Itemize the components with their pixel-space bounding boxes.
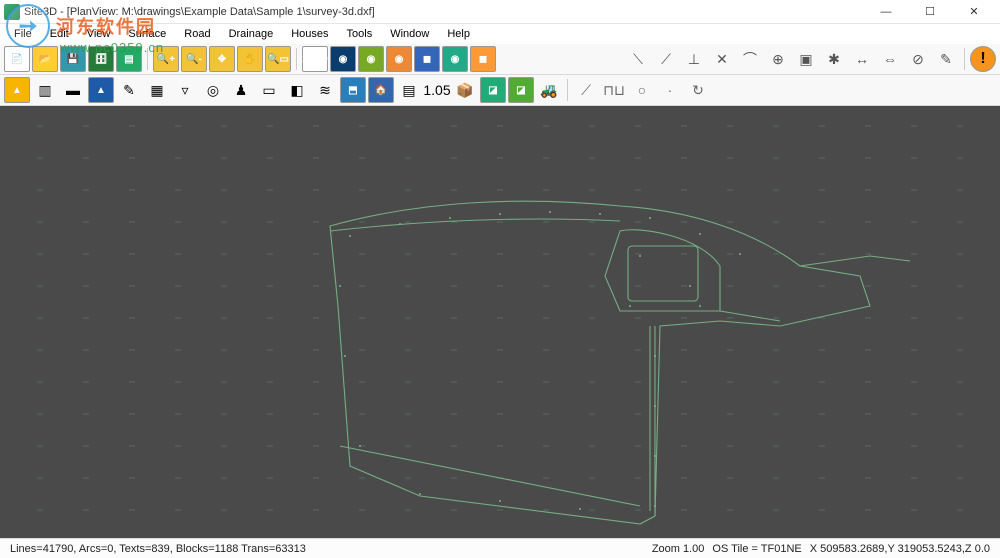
status-coords: X 509583.2689,Y 319053.5243,Z 0.0 <box>806 543 994 555</box>
titlebar: Site3D - [PlanView: M:\drawings\Example … <box>0 0 1000 24</box>
close-button[interactable]: ✕ <box>952 0 996 24</box>
menu-surface[interactable]: Surface <box>120 27 174 41</box>
road-sign-icon[interactable]: ▲ <box>4 77 30 103</box>
pick-icon[interactable]: ✎ <box>933 46 959 72</box>
snap-angle-icon[interactable]: ⇔ <box>877 46 903 72</box>
view-b-icon[interactable]: ◉ <box>358 46 384 72</box>
snap-mid-icon[interactable]: ⟋ <box>653 46 679 72</box>
sign-blue-icon[interactable]: ▲ <box>88 77 114 103</box>
menu-road[interactable]: Road <box>176 27 218 41</box>
window-title: Site3D - [PlanView: M:\drawings\Example … <box>24 6 864 18</box>
line-icon[interactable]: ⟋ <box>573 77 599 103</box>
menu-view[interactable]: View <box>79 27 119 41</box>
view-c-icon[interactable]: ◉ <box>386 46 412 72</box>
status-counts: Lines=41790, Arcs=0, Texts=839, Blocks=1… <box>6 543 310 555</box>
2d3d-icon[interactable]: 2D3D <box>302 46 328 72</box>
menu-edit[interactable]: Edit <box>42 27 77 41</box>
snap-dist-icon[interactable]: ↔ <box>849 46 875 72</box>
slope-label[interactable]: 1.05 <box>424 77 450 103</box>
model-icon[interactable]: ⬒ <box>340 77 366 103</box>
plan-viewport[interactable] <box>0 106 1000 538</box>
excavator-icon[interactable]: 🚜 <box>536 77 562 103</box>
sheet-icon[interactable]: ▭ <box>256 77 282 103</box>
snap-end-icon[interactable]: ⟍ <box>625 46 651 72</box>
database-icon[interactable]: 🗄 <box>88 46 114 72</box>
zoom-extents-icon[interactable]: ✥ <box>209 46 235 72</box>
polyline-icon[interactable]: ⊓⊔ <box>601 77 627 103</box>
circle-icon[interactable]: ○ <box>629 77 655 103</box>
view-d-icon[interactable]: ◼ <box>414 46 440 72</box>
menu-tools[interactable]: Tools <box>339 27 381 41</box>
zoom-out-icon[interactable]: 🔍- <box>181 46 207 72</box>
terrain-b-icon[interactable]: ◪ <box>508 77 534 103</box>
section-icon[interactable]: ◧ <box>284 77 310 103</box>
toolbar-separator <box>296 48 297 70</box>
sketch-icon[interactable]: ✎ <box>116 77 142 103</box>
terrain-a-icon[interactable]: ◪ <box>480 77 506 103</box>
snap-int-icon[interactable]: ✕ <box>709 46 735 72</box>
roundabout-icon[interactable]: ◎ <box>200 77 226 103</box>
maximize-button[interactable]: ☐ <box>908 0 952 24</box>
snap-near-icon[interactable]: ✱ <box>821 46 847 72</box>
app-icon <box>4 4 20 20</box>
snap-none-icon[interactable]: ⊘ <box>905 46 931 72</box>
menu-houses[interactable]: Houses <box>283 27 336 41</box>
junction-icon[interactable]: ▿ <box>172 77 198 103</box>
snap-center-icon[interactable]: ⊕ <box>765 46 791 72</box>
alert-icon[interactable]: ! <box>970 46 996 72</box>
menu-file[interactable]: File <box>6 27 40 41</box>
toolbar-separator <box>964 48 965 70</box>
statusbar: Lines=41790, Arcs=0, Texts=839, Blocks=1… <box>0 538 1000 558</box>
grade-icon[interactable]: ▤ <box>396 77 422 103</box>
snap-arc-icon[interactable]: ⌒ <box>737 46 763 72</box>
new-file-icon[interactable]: 📄 <box>4 46 30 72</box>
zoom-window-icon[interactable]: 🔍▭ <box>265 46 291 72</box>
open-folder-icon[interactable]: 📂 <box>32 46 58 72</box>
view-e-icon[interactable]: ◉ <box>442 46 468 72</box>
status-zoom: Zoom 1.00 <box>648 543 709 555</box>
toolbar-separator <box>567 79 568 101</box>
minimize-button[interactable]: — <box>864 0 908 24</box>
rotate-icon[interactable]: ↻ <box>685 77 711 103</box>
snap-node-icon[interactable]: ▣ <box>793 46 819 72</box>
save-icon[interactable]: 💾 <box>60 46 86 72</box>
road-icon[interactable]: ▬ <box>60 77 86 103</box>
layers-icon[interactable]: ▤ <box>116 46 142 72</box>
menu-window[interactable]: Window <box>382 27 437 41</box>
menubar: File Edit View Surface Road Drainage Hou… <box>0 24 1000 44</box>
wall-icon[interactable]: ▥ <box>32 77 58 103</box>
status-tile: OS Tile = TF01NE <box>708 543 805 555</box>
point-icon[interactable]: · <box>657 77 683 103</box>
menu-drainage[interactable]: Drainage <box>221 27 282 41</box>
snap-perp-icon[interactable]: ⊥ <box>681 46 707 72</box>
schedule-icon[interactable]: ▦ <box>144 77 170 103</box>
house-icon[interactable]: 🏠 <box>368 77 394 103</box>
pan-icon[interactable]: ✋ <box>237 46 263 72</box>
toolbar-separator <box>147 48 148 70</box>
zoom-in-icon[interactable]: 🔍+ <box>153 46 179 72</box>
toolbar-row-1: 📄📂💾🗄▤🔍+🔍-✥✋🔍▭2D3D◉◉◉◼◉◼⟍⟋⊥✕⌒⊕▣✱↔⇔⊘✎! <box>0 44 1000 75</box>
view-a-icon[interactable]: ◉ <box>330 46 356 72</box>
profile-icon[interactable]: ♟ <box>228 77 254 103</box>
toolbar-row-2: ▲▥▬▲✎▦▿◎♟▭◧≋⬒🏠▤1.05📦◪◪🚜⟋⊓⊔○·↻ <box>0 75 1000 106</box>
menu-help[interactable]: Help <box>439 27 478 41</box>
box-icon[interactable]: 📦 <box>452 77 478 103</box>
view-f-icon[interactable]: ◼ <box>470 46 496 72</box>
string-icon[interactable]: ≋ <box>312 77 338 103</box>
